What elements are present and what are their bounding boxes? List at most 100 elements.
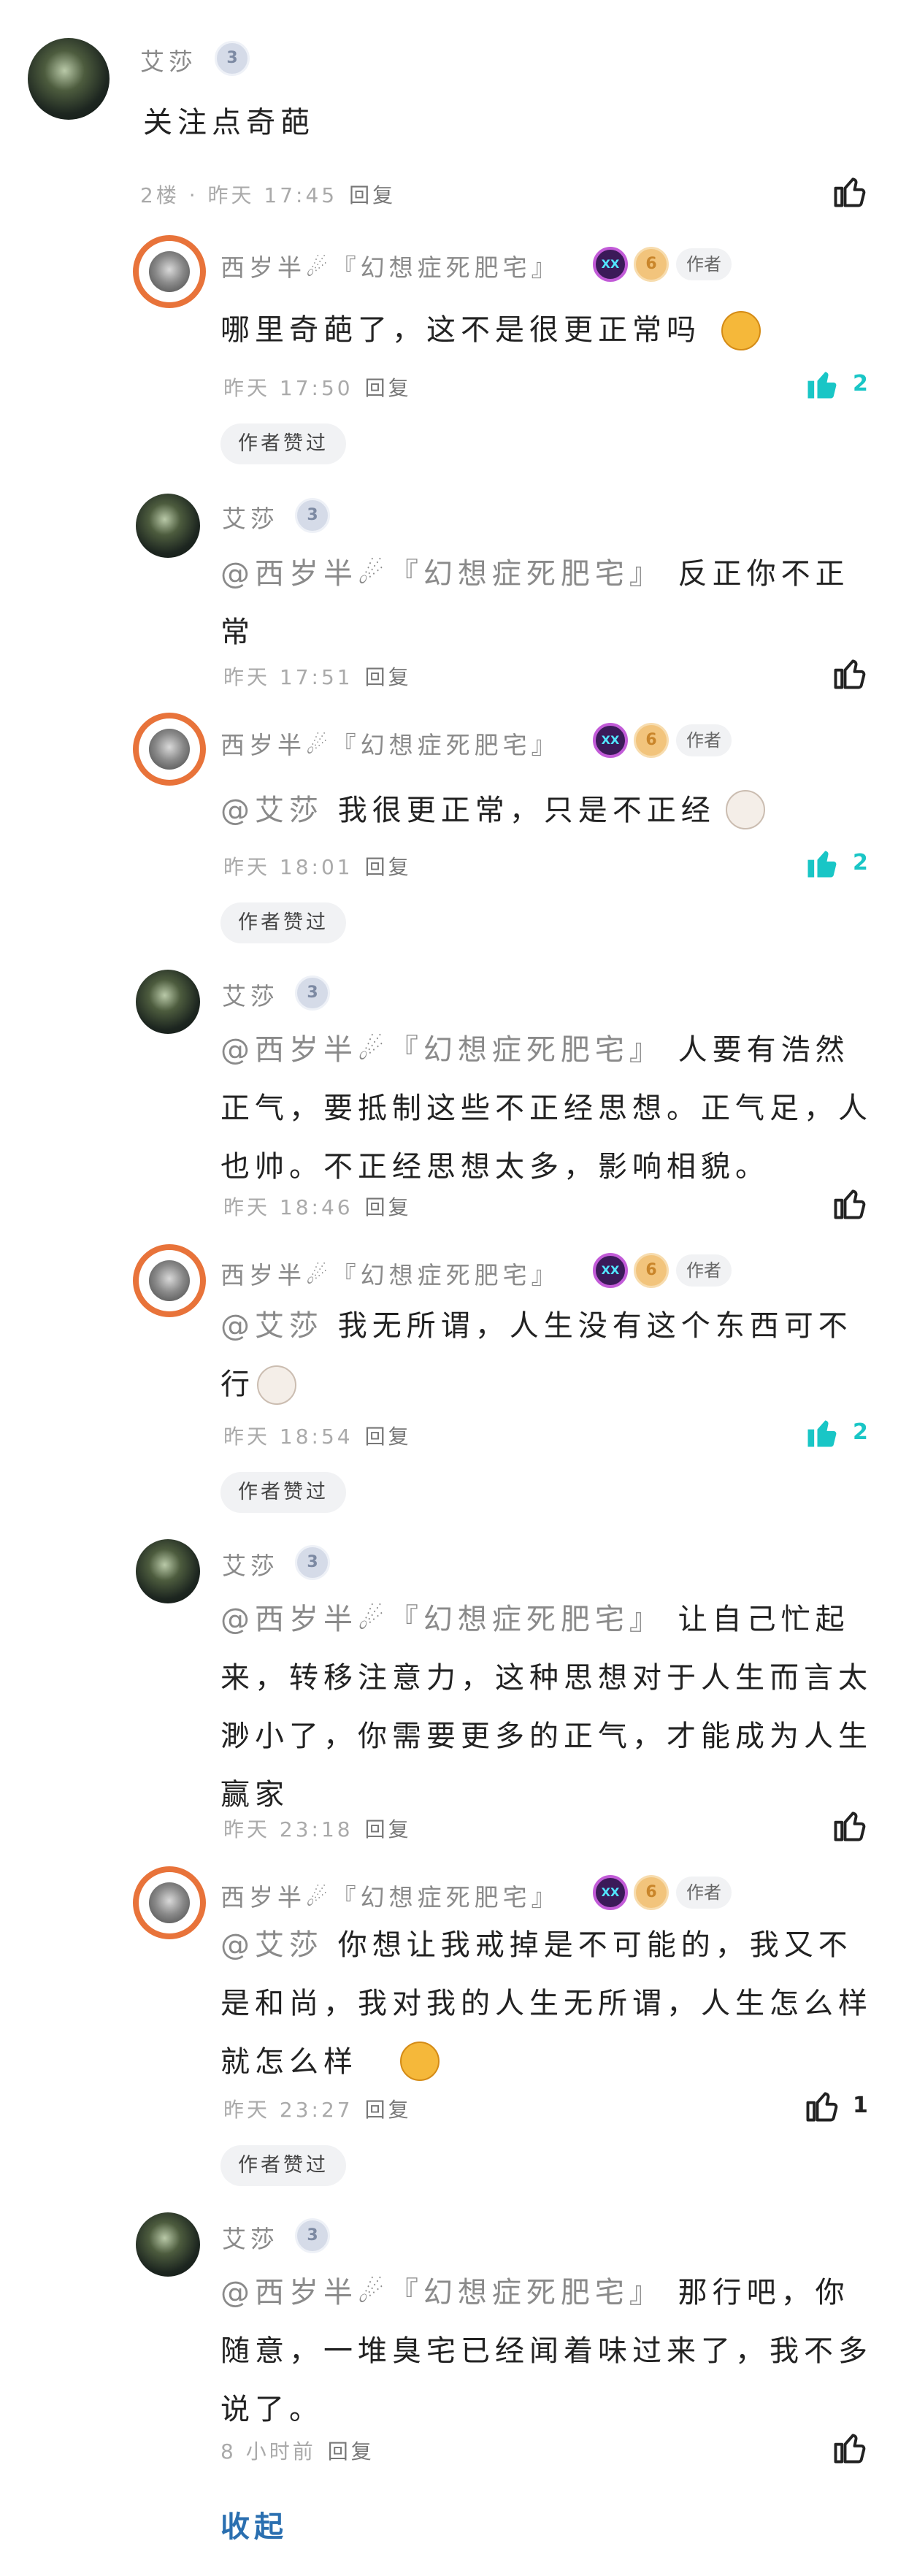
fan-badge-icon: XX <box>593 723 628 758</box>
avatar[interactable] <box>28 38 110 120</box>
cat-emoji-icon <box>726 790 765 829</box>
avatar[interactable] <box>136 970 200 1034</box>
like-icon[interactable] <box>803 844 841 882</box>
username[interactable]: 西岁半☄『幻想症死肥宅』 <box>220 1878 560 1913</box>
comment-meta: 昨天 18:01 回复 <box>223 851 412 881</box>
like-icon[interactable] <box>831 172 869 210</box>
author-liked-badge: 作者赞过 <box>220 902 346 943</box>
username[interactable]: 艾莎 <box>222 2220 279 2255</box>
collapse-button[interactable]: 收起 <box>220 2503 288 2545</box>
comment-meta: 昨天 18:46 回复 <box>223 1192 412 1221</box>
avatar[interactable] <box>136 2212 200 2277</box>
author-liked-badge: 作者赞过 <box>220 1472 346 1513</box>
reply-button[interactable]: 回复 <box>365 1195 412 1219</box>
reply-button[interactable]: 回复 <box>365 376 412 400</box>
like-count: 2 <box>853 371 868 396</box>
level-badge: 3 <box>295 498 330 533</box>
comment-text: 哪里奇葩了，这不是很更正常吗 <box>220 301 863 359</box>
mention-link[interactable]: @西岁半☄『幻想症死肥宅』 <box>220 1033 664 1067</box>
author-tag: 作者 <box>676 724 732 756</box>
mention-link[interactable]: @西岁半☄『幻想症死肥宅』 <box>220 1603 664 1636</box>
comment-meta: 昨天 18:54 回复 <box>223 1421 412 1450</box>
mention-link[interactable]: @艾莎 <box>220 1309 323 1343</box>
like-icon[interactable] <box>803 365 841 403</box>
reply-button[interactable]: 回复 <box>328 2439 375 2464</box>
timestamp: 昨天 18:01 <box>223 855 353 879</box>
comment-body: 我很更正常，只是不正经 <box>337 794 715 827</box>
comment-text: @西岁半☄『幻想症死肥宅』 人要有浩然正气，要抵制这些不正经思想。正气足，人也帅… <box>220 1021 878 1196</box>
avatar[interactable] <box>136 1539 200 1603</box>
reply-button[interactable]: 回复 <box>365 855 412 879</box>
comment-meta: 昨天 17:51 回复 <box>223 662 412 691</box>
comment-text: @西岁半☄『幻想症死肥宅』 让自己忙起来，转移注意力，这种思想对于人生而言太渺小… <box>220 1590 878 1824</box>
mention-link[interactable]: @艾莎 <box>220 1928 323 1962</box>
floor-time: 2楼 · 昨天 17:45 <box>140 183 338 207</box>
reply-button[interactable]: 回复 <box>349 183 396 207</box>
comment-text: @西岁半☄『幻想症死肥宅』 反正你不正常 <box>220 545 878 662</box>
comment-text: @艾莎 我无所谓，人生没有这个东西可不行 <box>220 1297 878 1414</box>
comment-meta: 昨天 23:18 回复 <box>223 1814 412 1843</box>
like-count: 2 <box>853 850 868 875</box>
mention-link[interactable]: @艾莎 <box>220 794 323 827</box>
fan-badge-icon: XX <box>593 247 628 282</box>
level-badge: 3 <box>295 975 330 1011</box>
laughing-emoji-icon <box>721 311 761 350</box>
username[interactable]: 西岁半☄『幻想症死肥宅』 <box>220 1256 560 1291</box>
author-liked-badge: 作者赞过 <box>220 423 346 464</box>
level-badge: 6 <box>634 723 669 758</box>
level-badge: 6 <box>634 247 669 282</box>
like-count: 1 <box>853 2093 868 2118</box>
level-badge: 3 <box>295 2218 330 2253</box>
like-icon[interactable] <box>831 1184 869 1222</box>
reply-button[interactable]: 回复 <box>365 665 412 689</box>
like-icon[interactable] <box>803 1414 841 1452</box>
timestamp: 昨天 18:54 <box>223 1425 353 1449</box>
author-tag: 作者 <box>676 1877 732 1909</box>
avatar[interactable] <box>136 494 200 558</box>
comment-meta: 昨天 23:27 回复 <box>223 2094 412 2123</box>
username[interactable]: 西岁半☄『幻想症死肥宅』 <box>220 248 560 283</box>
reply-button[interactable]: 回复 <box>365 1817 412 1841</box>
like-icon[interactable] <box>831 1806 869 1844</box>
timestamp: 昨天 18:46 <box>223 1195 353 1219</box>
level-badge: 3 <box>295 1545 330 1580</box>
avatar[interactable] <box>133 1866 206 1939</box>
reply-button[interactable]: 回复 <box>365 1425 412 1449</box>
mention-link[interactable]: @西岁半☄『幻想症死肥宅』 <box>220 557 664 591</box>
comment-body: 哪里奇葩了，这不是很更正常吗 <box>220 313 701 347</box>
comment-meta: 昨天 17:50 回复 <box>223 372 412 402</box>
comment-text: @艾莎 我很更正常，只是不正经 <box>220 781 878 840</box>
reply-button[interactable]: 回复 <box>365 2098 412 2122</box>
like-count: 2 <box>853 1419 868 1445</box>
comment-meta: 2楼 · 昨天 17:45 回复 <box>140 180 396 209</box>
timestamp: 8 小时前 <box>220 2439 316 2464</box>
author-tag: 作者 <box>676 248 732 280</box>
username[interactable]: 西岁半☄『幻想症死肥宅』 <box>220 726 560 761</box>
comment-text: @艾莎 你想让我戒掉是不可能的，我又不是和尚，我对我的人生无所谓，人生怎么样就怎… <box>220 1916 878 2091</box>
timestamp: 昨天 23:27 <box>223 2098 353 2122</box>
comment-text: @西岁半☄『幻想症死肥宅』 那行吧，你随意，一堆臭宅已经闻着味过来了，我不多说了… <box>220 2263 878 2439</box>
mention-link[interactable]: @西岁半☄『幻想症死肥宅』 <box>220 2276 664 2309</box>
timestamp: 昨天 17:51 <box>223 665 353 689</box>
author-tag: 作者 <box>676 1254 732 1287</box>
username[interactable]: 艾莎 <box>222 977 279 1012</box>
username[interactable]: 艾莎 <box>222 499 279 534</box>
like-icon[interactable] <box>831 654 869 692</box>
avatar[interactable] <box>133 1244 206 1317</box>
comment-meta: 8 小时前 回复 <box>220 2436 375 2465</box>
level-badge: 3 <box>215 41 250 76</box>
fan-badge-icon: XX <box>593 1253 628 1288</box>
timestamp: 昨天 17:50 <box>223 376 353 400</box>
level-badge: 6 <box>634 1875 669 1910</box>
comment-text: 关注点奇葩 <box>143 106 315 139</box>
avatar[interactable] <box>133 235 206 308</box>
username[interactable]: 艾莎 <box>222 1546 279 1582</box>
like-icon[interactable] <box>803 2087 841 2125</box>
laughing-emoji-icon <box>400 2042 440 2081</box>
fan-badge-icon: XX <box>593 1875 628 1910</box>
avatar[interactable] <box>133 713 206 786</box>
author-liked-badge: 作者赞过 <box>220 2145 346 2186</box>
cat-emoji-icon <box>257 1365 296 1405</box>
username[interactable]: 艾莎 <box>140 42 197 77</box>
like-icon[interactable] <box>831 2429 869 2466</box>
